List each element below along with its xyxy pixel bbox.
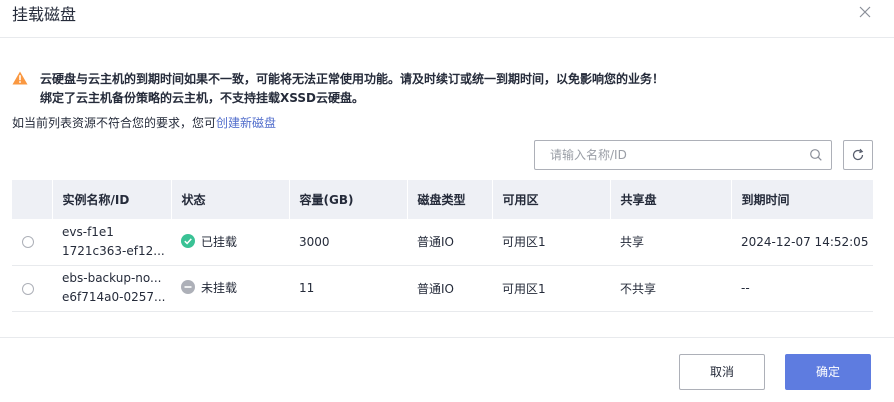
disk-table: 实例名称/ID 状态 容量(GB) 磁盘类型 可用区 共享盘 到期时间 evs-… xyxy=(12,180,873,312)
header-select xyxy=(12,180,53,219)
search-box xyxy=(534,140,832,170)
dialog-footer: 取消 确定 xyxy=(0,337,894,402)
status-text: 未挂载 xyxy=(201,280,238,295)
shared-cell: 不共享 xyxy=(620,281,657,296)
warning-triangle-icon xyxy=(12,71,28,85)
table-row[interactable]: evs-f1e1 1721c363-ef12... 已挂载 3000 普通IO … xyxy=(12,219,873,265)
row-select-cell xyxy=(12,265,52,311)
warning-line-2: 绑定了云主机备份策略的云主机，不支持挂载XSSD云硬盘。 xyxy=(40,91,364,105)
header-name: 实例名称/ID xyxy=(52,180,172,219)
disk-id: e6f714a0-0257... xyxy=(62,290,166,304)
table-row[interactable]: ebs-backup-no... e6f714a0-0257... 未挂载 11… xyxy=(12,265,873,311)
expire-cell: -- xyxy=(741,281,750,295)
disk-name: ebs-backup-no... xyxy=(62,271,162,285)
status-text: 已挂载 xyxy=(201,234,238,249)
dialog-title: 挂载磁盘 xyxy=(12,5,77,24)
name-cell: ebs-backup-no... e6f714a0-0257... xyxy=(52,265,171,311)
refresh-icon xyxy=(852,148,864,161)
mount-disk-dialog: 挂载磁盘 云硬盘与云主机的到期时间如果不一致，可能将无法正常使用功能。请及时续订… xyxy=(0,0,894,402)
capacity-cell: 11 xyxy=(299,281,315,295)
disk-id: 1721c363-ef12... xyxy=(62,243,165,258)
cancel-button[interactable]: 取消 xyxy=(679,354,765,390)
header-capacity: 容量(GB) xyxy=(289,180,408,219)
search-icon[interactable] xyxy=(809,148,823,162)
search-input[interactable] xyxy=(536,142,802,168)
status-cell: 未挂载 xyxy=(171,265,289,311)
expire-cell: 2024-12-07 14:52:05 xyxy=(741,234,869,249)
create-disk-link[interactable]: 创建新磁盘 xyxy=(216,116,276,130)
disk-name: evs-f1e1 xyxy=(62,224,114,239)
table-header-row: 实例名称/ID 状态 容量(GB) 磁盘类型 可用区 共享盘 到期时间 xyxy=(12,180,873,219)
check-circle-icon xyxy=(181,234,195,248)
header-expire: 到期时间 xyxy=(741,193,790,207)
disk-type-cell: 普通IO xyxy=(417,235,454,250)
status-cell: 已挂载 xyxy=(171,219,289,265)
refresh-button[interactable] xyxy=(843,140,873,170)
close-icon[interactable] xyxy=(856,3,874,21)
warning-line-1: 云硬盘与云主机的到期时间如果不一致，可能将无法正常使用功能。请及时续订或统一到期… xyxy=(40,72,665,86)
header-status: 状态 xyxy=(171,180,290,219)
row-radio[interactable] xyxy=(22,282,34,295)
zone-cell: 可用区1 xyxy=(502,281,546,296)
hint-text: 如当前列表资源不符合您的要求，您可 xyxy=(12,116,217,130)
create-disk-hint: 如当前列表资源不符合您的要求，您可创建新磁盘 xyxy=(12,115,276,131)
shared-cell: 共享 xyxy=(620,235,645,250)
header-zone: 可用区 xyxy=(492,180,611,219)
dialog-header: 挂载磁盘 xyxy=(0,0,894,38)
row-radio[interactable] xyxy=(22,236,34,249)
header-disk-type: 磁盘类型 xyxy=(407,180,493,219)
zone-cell: 可用区1 xyxy=(502,235,546,250)
header-shared: 共享盘 xyxy=(610,180,732,219)
disk-type-cell: 普通IO xyxy=(417,281,454,296)
capacity-cell: 3000 xyxy=(299,234,330,249)
row-select-cell xyxy=(12,219,52,265)
confirm-button[interactable]: 确定 xyxy=(785,354,871,390)
name-cell: evs-f1e1 1721c363-ef12... xyxy=(52,219,171,265)
minus-circle-icon xyxy=(181,280,195,295)
